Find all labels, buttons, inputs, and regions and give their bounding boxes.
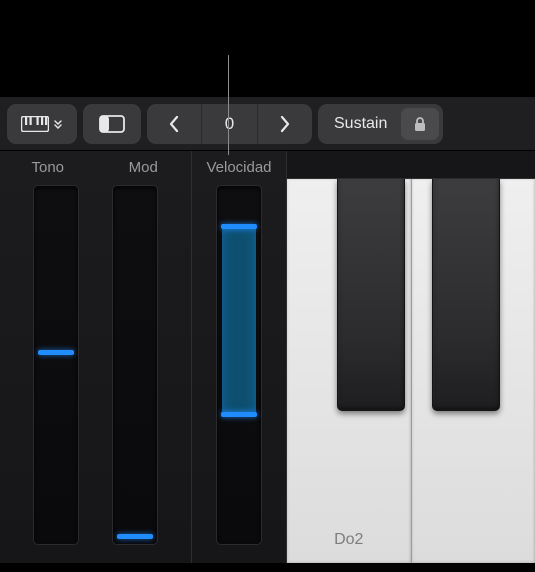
- toolbar: 0 Sustain: [0, 97, 535, 151]
- sliders-row: [0, 179, 191, 563]
- tono-slider[interactable]: [33, 185, 79, 545]
- mod-slider[interactable]: [112, 185, 158, 545]
- mod-slider-handle: [117, 534, 153, 539]
- sustain-button[interactable]: Sustain: [322, 115, 399, 133]
- tono-slider-handle: [38, 350, 74, 355]
- panel-toggle-button[interactable]: [83, 104, 141, 144]
- black-key[interactable]: [337, 179, 405, 411]
- velocity-panel: Velocidad: [192, 151, 287, 563]
- piano-top-strip: [287, 151, 535, 179]
- pitch-mod-panel: Tono Mod: [0, 151, 192, 563]
- octave-value: 0: [202, 104, 257, 144]
- keyboard-select-button[interactable]: [7, 104, 77, 144]
- velocity-top-handle: [221, 224, 257, 229]
- main-area: Tono Mod Velocidad Do2: [0, 151, 535, 563]
- sustain-control: Sustain: [318, 104, 443, 144]
- octave-up-button[interactable]: [258, 104, 312, 144]
- octave-down-button[interactable]: [147, 104, 201, 144]
- labels-row: Tono Mod: [0, 151, 191, 179]
- panel-icon: [99, 115, 125, 133]
- mod-label: Mod: [96, 159, 192, 176]
- velocity-slider[interactable]: [216, 185, 262, 545]
- lock-icon: [413, 116, 427, 132]
- velocity-bottom-handle: [221, 412, 257, 417]
- sustain-lock-button[interactable]: [401, 108, 439, 140]
- chevron-right-icon: [279, 115, 291, 133]
- velocity-slider-row: [192, 179, 286, 563]
- piano-keyboard: Do2: [287, 151, 535, 563]
- tono-label: Tono: [0, 159, 96, 176]
- labels-row: Velocidad: [192, 151, 286, 179]
- velocity-fill: [222, 226, 256, 416]
- bottom-strip: [0, 563, 535, 572]
- blank-header: [0, 0, 535, 97]
- velocity-label: Velocidad: [192, 159, 286, 176]
- key-label: Do2: [287, 531, 411, 549]
- octave-stepper: 0: [147, 104, 312, 144]
- keyboard-icon: [21, 116, 49, 132]
- chevron-down-icon: [53, 119, 63, 129]
- callout-pointer: [228, 55, 229, 155]
- black-key[interactable]: [432, 179, 500, 411]
- chevron-left-icon: [168, 115, 180, 133]
